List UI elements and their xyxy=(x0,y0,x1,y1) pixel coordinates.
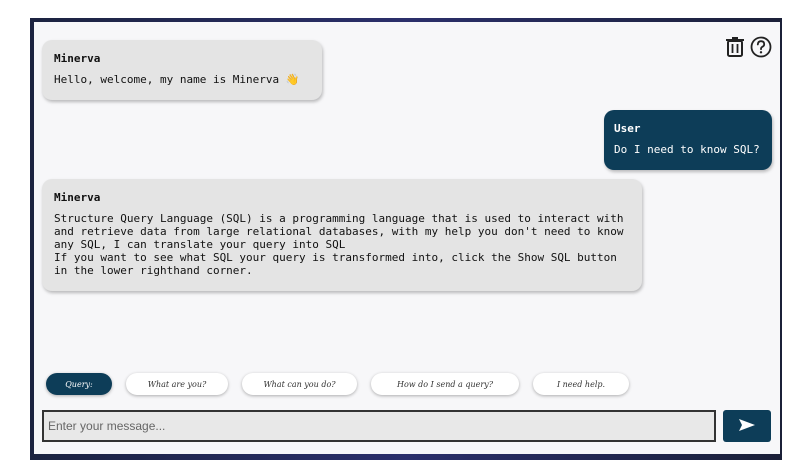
suggestion-chip-query[interactable]: Query: xyxy=(46,373,112,395)
suggestion-chip-what-are-you[interactable]: What are you? xyxy=(126,373,228,395)
suggestion-bar: Query: What are you? What can you do? Ho… xyxy=(46,373,643,395)
message-input[interactable] xyxy=(42,410,716,442)
suggestion-chip-how-send-query[interactable]: How do I send a query? xyxy=(371,373,519,395)
message-sender: User xyxy=(614,122,641,135)
help-icon[interactable] xyxy=(750,36,772,58)
message-sender: Minerva xyxy=(54,191,101,204)
send-arrow-icon xyxy=(738,417,756,436)
message-text: Structure Query Language (SQL) is a prog… xyxy=(54,212,624,277)
trash-icon[interactable] xyxy=(724,36,746,58)
user-message: User Do I need to know SQL? xyxy=(604,110,772,170)
composer xyxy=(42,410,772,444)
message-text: Do I need to know SQL? xyxy=(614,143,760,156)
bot-message: Minerva Structure Query Language (SQL) i… xyxy=(42,179,642,291)
suggestion-chip-what-can-you-do[interactable]: What can you do? xyxy=(242,373,357,395)
send-button[interactable] xyxy=(723,410,771,442)
suggestion-chip-need-help[interactable]: I need help. xyxy=(533,373,629,395)
bot-message: Minerva Hello, welcome, my name is Miner… xyxy=(42,40,322,100)
chat-panel: Minerva Hello, welcome, my name is Miner… xyxy=(34,22,780,454)
message-sender: Minerva xyxy=(54,52,101,65)
message-text: Hello, welcome, my name is Minerva 👋 xyxy=(54,73,300,86)
header-actions xyxy=(724,36,772,58)
